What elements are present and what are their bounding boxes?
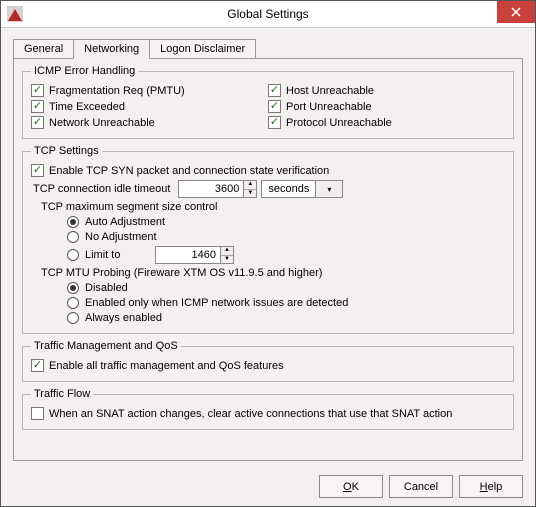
lbl-idle-timeout: TCP connection idle timeout: [33, 183, 170, 195]
combo-idle-unit-value: seconds: [262, 183, 315, 195]
chk-port-unreachable[interactable]: [268, 100, 281, 113]
tab-panel-networking: ICMP Error Handling Fragmentation Req (P…: [13, 58, 523, 461]
ok-rest: K: [352, 481, 359, 493]
rad-mtu-enabled-icmp[interactable]: [67, 297, 79, 309]
chk-fragmentation-req[interactable]: [31, 84, 44, 97]
rad-no-adjust[interactable]: [67, 231, 79, 243]
spinner-arrows: ▲ ▼: [243, 181, 256, 197]
rad-mtu-disabled[interactable]: [67, 282, 79, 294]
spinner-down-icon[interactable]: ▼: [244, 190, 256, 198]
lbl-limit-to: Limit to: [85, 249, 155, 261]
global-settings-window: Global Settings General Networking Logon…: [0, 0, 536, 507]
tab-networking[interactable]: Networking: [73, 39, 150, 59]
tab-strip: General Networking Logon Disclaimer: [13, 38, 523, 58]
chk-protocol-unreachable[interactable]: [268, 116, 281, 129]
group-icmp-legend: ICMP Error Handling: [31, 65, 138, 77]
lbl-enable-syn: Enable TCP SYN packet and connection sta…: [49, 165, 329, 177]
chevron-down-icon[interactable]: ▾: [315, 181, 342, 197]
help-button[interactable]: Help: [459, 475, 523, 498]
combo-idle-unit[interactable]: seconds ▾: [261, 180, 343, 198]
group-qos: Traffic Management and QoS Enable all tr…: [22, 340, 514, 382]
lbl-mtu-disabled: Disabled: [85, 282, 128, 294]
rad-limit-to[interactable]: [67, 249, 79, 261]
lbl-mss-control: TCP maximum segment size control: [41, 201, 505, 213]
lbl-mtu-probing: TCP MTU Probing (Fireware XTM OS v11.9.5…: [41, 267, 505, 279]
input-limit[interactable]: [156, 247, 220, 263]
lbl-mtu-always: Always enabled: [85, 312, 162, 324]
group-qos-legend: Traffic Management and QoS: [31, 340, 181, 352]
lbl-time-exceeded: Time Exceeded: [49, 101, 125, 113]
lbl-mtu-enabled-icmp: Enabled only when ICMP network issues ar…: [85, 297, 348, 309]
lbl-protocol-unreachable: Protocol Unreachable: [286, 117, 392, 129]
titlebar: Global Settings: [1, 1, 535, 28]
chk-enable-syn[interactable]: [31, 164, 44, 177]
lbl-enable-qos: Enable all traffic management and QoS fe…: [49, 360, 284, 372]
spinner-up-icon[interactable]: ▲: [244, 181, 256, 190]
lbl-port-unreachable: Port Unreachable: [286, 101, 372, 113]
chk-enable-qos[interactable]: [31, 359, 44, 372]
lbl-network-unreachable: Network Unreachable: [49, 117, 155, 129]
window-title: Global Settings: [1, 7, 535, 21]
group-icmp: ICMP Error Handling Fragmentation Req (P…: [22, 65, 514, 139]
spinner-limit[interactable]: ▲ ▼: [155, 246, 234, 264]
group-tcp: TCP Settings Enable TCP SYN packet and c…: [22, 145, 514, 334]
app-icon: [7, 6, 23, 22]
chk-host-unreachable[interactable]: [268, 84, 281, 97]
rad-auto-adjust[interactable]: [67, 216, 79, 228]
button-row: OK Cancel Help: [1, 469, 535, 506]
content-area: General Networking Logon Disclaimer ICMP…: [1, 28, 535, 469]
spinner-idle-timeout[interactable]: ▲ ▼: [178, 180, 257, 198]
tab-logon-disclaimer[interactable]: Logon Disclaimer: [149, 39, 256, 58]
cancel-button[interactable]: Cancel: [389, 475, 453, 498]
spinner-arrows-limit: ▲ ▼: [220, 247, 233, 263]
group-traffic-flow: Traffic Flow When an SNAT action changes…: [22, 388, 514, 430]
spinner-up-icon[interactable]: ▲: [221, 247, 233, 256]
chk-network-unreachable[interactable]: [31, 116, 44, 129]
lbl-host-unreachable: Host Unreachable: [286, 85, 374, 97]
help-rest: elp: [488, 481, 503, 493]
input-idle-timeout[interactable]: [179, 181, 243, 197]
close-icon: [511, 7, 521, 17]
lbl-fragmentation-req: Fragmentation Req (PMTU): [49, 85, 185, 97]
chk-time-exceeded[interactable]: [31, 100, 44, 113]
spinner-down-icon[interactable]: ▼: [221, 256, 233, 264]
lbl-auto-adjust: Auto Adjustment: [85, 216, 165, 228]
lbl-no-adjust: No Adjustment: [85, 231, 157, 243]
lbl-snat-clear: When an SNAT action changes, clear activ…: [49, 408, 452, 420]
group-traffic-flow-legend: Traffic Flow: [31, 388, 93, 400]
rad-mtu-always[interactable]: [67, 312, 79, 324]
ok-button[interactable]: OK: [319, 475, 383, 498]
chk-snat-clear[interactable]: [31, 407, 44, 420]
group-tcp-legend: TCP Settings: [31, 145, 102, 157]
tab-general[interactable]: General: [13, 39, 74, 58]
close-button[interactable]: [497, 1, 535, 23]
